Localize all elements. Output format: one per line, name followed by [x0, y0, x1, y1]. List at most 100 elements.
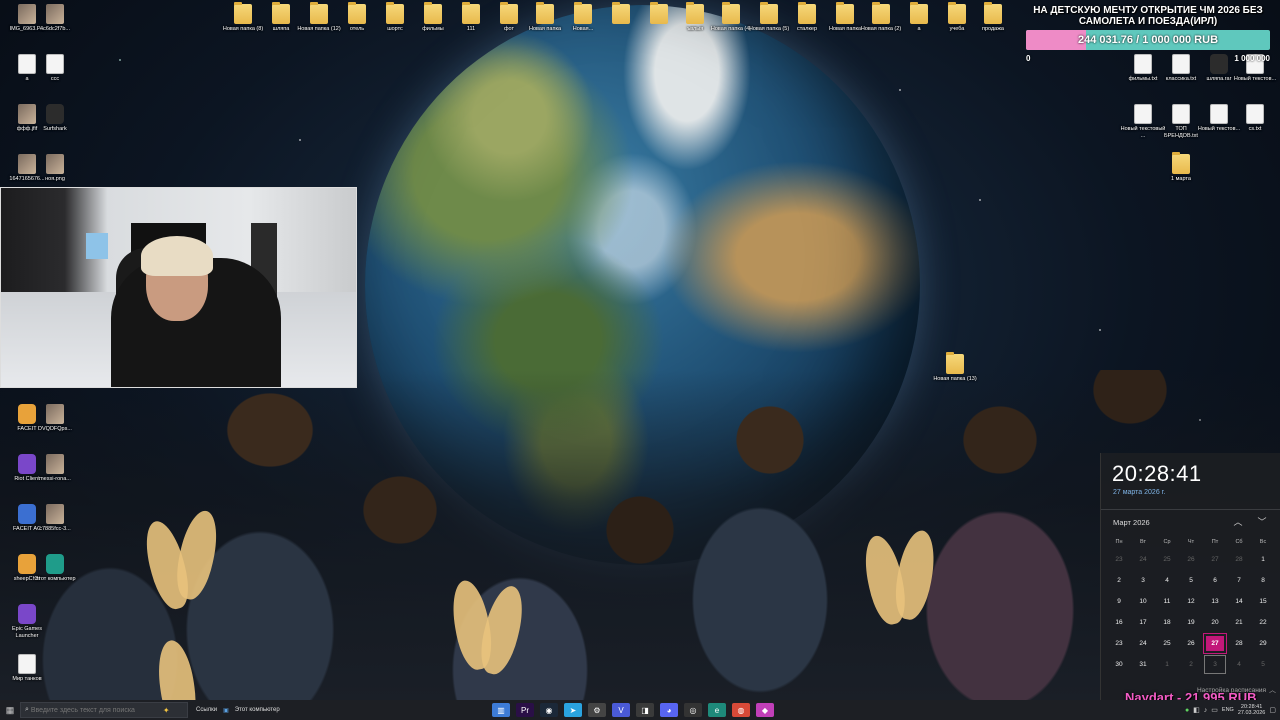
vpn-icon[interactable]: V [612, 703, 630, 717]
links-toolbar[interactable]: Ссылки [196, 707, 217, 713]
img-icon [46, 454, 64, 474]
desktop-icon-app[interactable]: Epic Games Launcher [4, 604, 50, 639]
battery-icon[interactable]: ▭ [1211, 706, 1218, 714]
calendar-day[interactable]: 4 [1227, 654, 1251, 675]
premiere-icon[interactable]: Pr [516, 703, 534, 717]
calendar-day[interactable]: 3 [1203, 654, 1227, 675]
desktop-icon-file[interactable]: Мир танков [4, 654, 50, 683]
calendar-day[interactable]: 26 [1179, 633, 1203, 654]
calendar-day[interactable]: 26 [1179, 549, 1203, 570]
calendar-day[interactable]: 13 [1203, 591, 1227, 612]
start-button[interactable]: ▦ [0, 700, 20, 720]
browser-icon[interactable]: ◆ [756, 703, 774, 717]
calendar-day[interactable]: 25 [1155, 633, 1179, 654]
calendar-day[interactable]: 24 [1131, 549, 1155, 570]
folder-icon [984, 2, 1002, 24]
desktop-icon-label: ccc [50, 76, 60, 82]
calendar-day[interactable]: 21 [1227, 612, 1251, 633]
chevron-down-icon[interactable]: ﹀ [1255, 515, 1269, 529]
taskbar-search[interactable]: ⌕ ✦ [20, 702, 188, 718]
edge-icon[interactable]: e [708, 703, 726, 717]
desktop-icon-label: продажа [982, 26, 1004, 32]
chevron-up-icon[interactable]: ︿ [1231, 515, 1245, 529]
calendar-day[interactable]: 14 [1227, 591, 1251, 612]
calendar-day[interactable]: 10 [1131, 591, 1155, 612]
calendar-day[interactable]: 3 [1131, 570, 1155, 591]
language-indicator[interactable]: ENG [1222, 707, 1234, 713]
file-icon [1134, 104, 1152, 124]
telegram-icon[interactable]: ➤ [564, 703, 582, 717]
calendar-day[interactable]: 29 [1251, 633, 1275, 654]
calendar-day[interactable]: 24 [1131, 633, 1155, 654]
calendar-day[interactable]: 27 [1203, 549, 1227, 570]
calendar-day[interactable]: 18 [1155, 612, 1179, 633]
files-icon[interactable]: ▥ [492, 703, 510, 717]
img-icon [46, 154, 64, 174]
app-icon [46, 104, 64, 124]
calendar-day[interactable]: 7 [1227, 570, 1251, 591]
calendar-day[interactable]: 17 [1131, 612, 1155, 633]
chevron-up-icon[interactable]: ︿ [1269, 685, 1276, 695]
calendar-day[interactable]: 31 [1131, 654, 1155, 675]
desktop-icon-img[interactable]: c7885fcc-3... [32, 504, 78, 533]
calendar-day[interactable]: 12 [1179, 591, 1203, 612]
desktop-icon-img[interactable]: messi-rona... [32, 454, 78, 483]
notifications-icon[interactable]: ▢ [1269, 706, 1276, 714]
calendar-day[interactable]: 28 [1227, 633, 1251, 654]
calendar-day-today[interactable]: 27 [1203, 633, 1227, 654]
calendar-day[interactable]: 19 [1179, 612, 1203, 633]
obs-icon[interactable]: ◎ [684, 703, 702, 717]
chrome-icon[interactable]: ◍ [732, 703, 750, 717]
discord-icon[interactable]: ◕ [660, 703, 678, 717]
calendar-day[interactable]: 23 [1107, 633, 1131, 654]
calendar-day[interactable]: 9 [1107, 591, 1131, 612]
flyout-time: 20:28:41 [1112, 461, 1202, 486]
donation-progress-bar: 244 031.76 / 1 000 000 RUB [1026, 30, 1270, 50]
desktop-icon-app[interactable]: Этот компьютер [32, 554, 78, 583]
calendar-day[interactable]: 1 [1251, 549, 1275, 570]
search-input[interactable] [30, 706, 161, 714]
calendar-day[interactable]: 25 [1155, 549, 1179, 570]
desktop-icon-file[interactable]: cs.txt [1232, 104, 1278, 133]
calendar-day[interactable]: 28 [1227, 549, 1251, 570]
volume-icon[interactable]: ♪ [1204, 707, 1208, 714]
this-pc-toolbar[interactable]: Этот компьютер [235, 707, 280, 713]
desktop-icon-folder[interactable]: Новая папка (13) [932, 352, 978, 383]
calendar-day[interactable]: 23 [1107, 549, 1131, 570]
desktop-icon-label: DVQDFQps... [38, 426, 72, 432]
desktop-icon-folder[interactable]: продажа [970, 2, 1016, 33]
desktop-icon-img[interactable]: 4c6dc2f7b... [32, 4, 78, 33]
desktop-icon-img[interactable]: ноя.png [32, 154, 78, 183]
calendar-day[interactable]: 2 [1179, 654, 1203, 675]
calendar-day[interactable]: 8 [1251, 570, 1275, 591]
desktop-icon-file[interactable]: ccc [32, 54, 78, 83]
file-icon [1172, 104, 1190, 124]
taskbar-date: 27.03.2026 [1237, 710, 1266, 716]
settings-icon[interactable]: ⚙ [588, 703, 606, 717]
taskbar-clock[interactable]: 20:28:41 27.03.2026 [1238, 704, 1266, 716]
webcam-jersey [86, 233, 108, 259]
calendar-day[interactable]: 4 [1155, 570, 1179, 591]
network-icon[interactable]: ◧ [1193, 706, 1200, 714]
calendar-day[interactable]: 30 [1107, 654, 1131, 675]
calendar-day[interactable]: 20 [1203, 612, 1227, 633]
calendar-day[interactable]: 5 [1179, 570, 1203, 591]
calendar-day[interactable]: 1 [1155, 654, 1179, 675]
flyout-date-link[interactable]: 27 марта 2026 г. [1113, 489, 1165, 496]
steam-icon[interactable]: ◉ [540, 703, 558, 717]
calendar-day[interactable]: 2 [1107, 570, 1131, 591]
calendar-month-label[interactable]: Март 2026 [1113, 518, 1150, 527]
calendar-day[interactable]: 11 [1155, 591, 1179, 612]
calendar-day[interactable]: 16 [1107, 612, 1131, 633]
desktop-icon-img[interactable]: DVQDFQps... [32, 404, 78, 433]
streamer-hair [141, 236, 213, 276]
calendar-day[interactable]: 5 [1251, 654, 1275, 675]
file-icon [46, 54, 64, 74]
tray-apps-icon[interactable]: ● [1185, 707, 1189, 714]
calendar-day[interactable]: 15 [1251, 591, 1275, 612]
calendar-day[interactable]: 22 [1251, 612, 1275, 633]
app-icon[interactable]: ◨ [636, 703, 654, 717]
desktop-icon-app[interactable]: Surfshark [32, 104, 78, 133]
calendar-day[interactable]: 6 [1203, 570, 1227, 591]
desktop-icon-folder[interactable]: 1 марта [1158, 152, 1204, 183]
